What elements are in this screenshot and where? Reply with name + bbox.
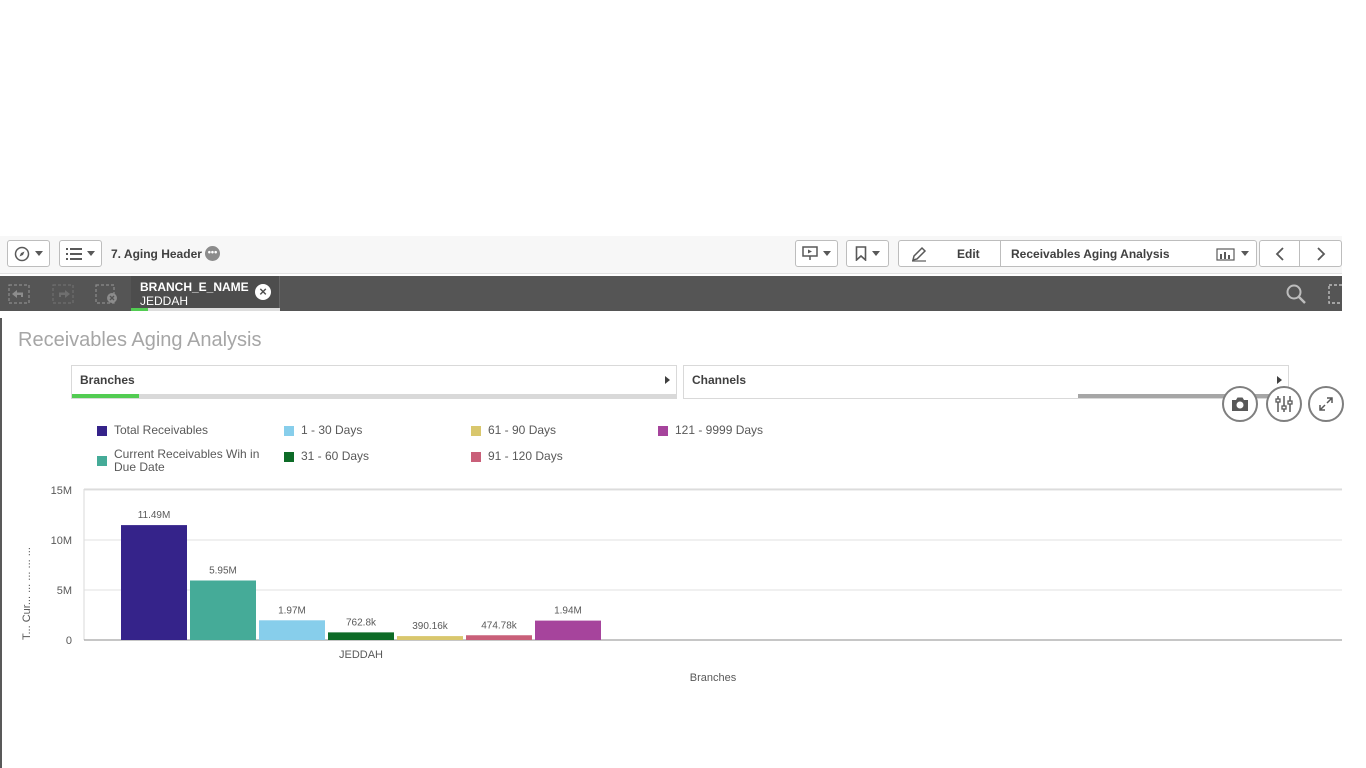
chevron-down-icon — [1241, 251, 1249, 256]
legend-label: 61 - 90 Days — [488, 423, 557, 437]
edit-button[interactable]: Edit — [898, 240, 1001, 267]
bar — [397, 636, 463, 640]
chevron-right-icon — [1316, 246, 1325, 261]
step-forward-icon[interactable] — [52, 284, 74, 304]
search-icon[interactable] — [1285, 284, 1307, 304]
chevron-right-icon — [1277, 376, 1282, 384]
fullscreen-button[interactable] — [1308, 386, 1344, 422]
chevron-right-icon — [665, 376, 670, 384]
sheet-selector-label: Receivables Aging Analysis — [1011, 246, 1170, 261]
data-label: 5.95M — [209, 566, 237, 577]
data-label: 1.97M — [278, 605, 306, 616]
bar — [466, 635, 532, 640]
legend-item[interactable]: Total Receivables — [97, 424, 208, 437]
expand-icon — [1319, 397, 1333, 411]
chevron-down-icon — [823, 251, 831, 256]
step-back-icon[interactable] — [8, 284, 30, 304]
more-icon[interactable]: ••• — [205, 246, 220, 261]
legend-item[interactable]: 31 - 60 Days — [284, 450, 369, 463]
x-tick-label: JEDDAH — [339, 649, 383, 661]
y-tick-label: 10M — [51, 535, 72, 547]
compass-icon — [14, 246, 30, 261]
selection-chip[interactable]: BRANCH_E_NAME JEDDAH × — [131, 276, 280, 311]
list-icon — [66, 247, 82, 260]
legend-item[interactable]: 91 - 120 Days — [471, 450, 563, 463]
legend-item[interactable]: 1 - 30 Days — [284, 424, 362, 437]
bar — [121, 525, 187, 640]
legend-swatch — [284, 426, 294, 436]
legend-item[interactable]: 121 - 9999 Days — [658, 424, 763, 437]
clear-all-icon[interactable] — [95, 284, 117, 304]
legend-item[interactable]: 61 - 90 Days — [471, 424, 556, 437]
legend-label: Total Receivables — [114, 423, 209, 437]
edit-label: Edit — [957, 246, 980, 261]
pencil-icon — [911, 246, 927, 262]
sliders-icon — [1275, 396, 1293, 412]
camera-icon — [1232, 397, 1248, 411]
filter-branches-label: Branches — [80, 373, 135, 387]
app-toolbar: 7. Aging Header ••• Edit Receivables Agi… — [0, 236, 1342, 274]
legend-swatch — [97, 426, 107, 436]
filter-channels[interactable]: Channels — [683, 365, 1290, 399]
selections-tool-icon[interactable] — [1328, 284, 1342, 304]
bookmarks-button[interactable] — [846, 240, 889, 267]
bar-chart-icon — [1216, 247, 1235, 261]
legend-item[interactable]: Current Receivables Wih in Due Date — [97, 448, 272, 474]
data-label: 1.94M — [554, 606, 582, 617]
data-label: 474.78k — [481, 620, 518, 631]
selections-bar: BRANCH_E_NAME JEDDAH × — [0, 276, 1342, 311]
adjust-button[interactable] — [1266, 386, 1302, 422]
bar-chart: 0 5M 10M 15M 11.49M 5.95M 1.97M 762.8k 390.16k 47… — [21, 485, 1342, 684]
chevron-down-icon — [872, 251, 880, 256]
legend-swatch — [471, 426, 481, 436]
selection-field: BRANCH_E_NAME — [140, 280, 249, 294]
data-label: 390.16k — [412, 621, 449, 632]
legend-label: 1 - 30 Days — [301, 423, 363, 437]
bar — [535, 620, 601, 640]
snapshot-button[interactable] — [1222, 386, 1258, 422]
legend-label: 121 - 9999 Days — [675, 423, 764, 437]
filter-channels-label: Channels — [692, 373, 747, 387]
previous-sheet-button[interactable] — [1259, 240, 1300, 267]
data-label: 762.8k — [346, 617, 377, 628]
legend-label: Current Receivables Wih in Due Date — [114, 447, 260, 474]
bar — [328, 632, 394, 640]
legend-swatch — [284, 452, 294, 462]
bar — [259, 620, 325, 640]
selection-state-bar — [131, 308, 280, 311]
filter-branches-state-bar — [72, 394, 676, 398]
y-axis-title: T... Cur... ... ... ... ... — [21, 547, 33, 640]
next-sheet-button[interactable] — [1299, 240, 1342, 267]
navigation-menu-button[interactable] — [7, 240, 50, 267]
legend-swatch — [471, 452, 481, 462]
chevron-left-icon — [1275, 246, 1284, 261]
filter-branches[interactable]: Branches — [71, 365, 677, 399]
chevron-down-icon — [35, 251, 43, 256]
selection-value: JEDDAH — [140, 294, 189, 308]
y-tick-label: 5M — [57, 585, 72, 597]
legend-label: 91 - 120 Days — [488, 449, 563, 463]
data-label: 11.49M — [138, 510, 171, 521]
legend-swatch — [97, 456, 107, 466]
sheet-title: 7. Aging Header — [111, 247, 202, 261]
chart-title: Receivables Aging Analysis — [18, 329, 262, 351]
presentation-icon — [802, 246, 818, 260]
filter-channels-state-bar — [684, 394, 1290, 398]
y-tick-label: 0 — [66, 635, 72, 647]
x-axis-title: Branches — [690, 672, 737, 684]
sheet-selector[interactable]: Receivables Aging Analysis — [1000, 240, 1257, 267]
chevron-down-icon — [87, 251, 95, 256]
close-icon[interactable]: × — [255, 284, 271, 300]
legend-label: 31 - 60 Days — [301, 449, 370, 463]
y-tick-label: 15M — [51, 485, 72, 497]
bookmark-icon — [855, 246, 867, 261]
bar — [190, 580, 256, 640]
sheet-list-button[interactable] — [59, 240, 102, 267]
present-button[interactable] — [795, 240, 838, 267]
legend-swatch — [658, 426, 668, 436]
